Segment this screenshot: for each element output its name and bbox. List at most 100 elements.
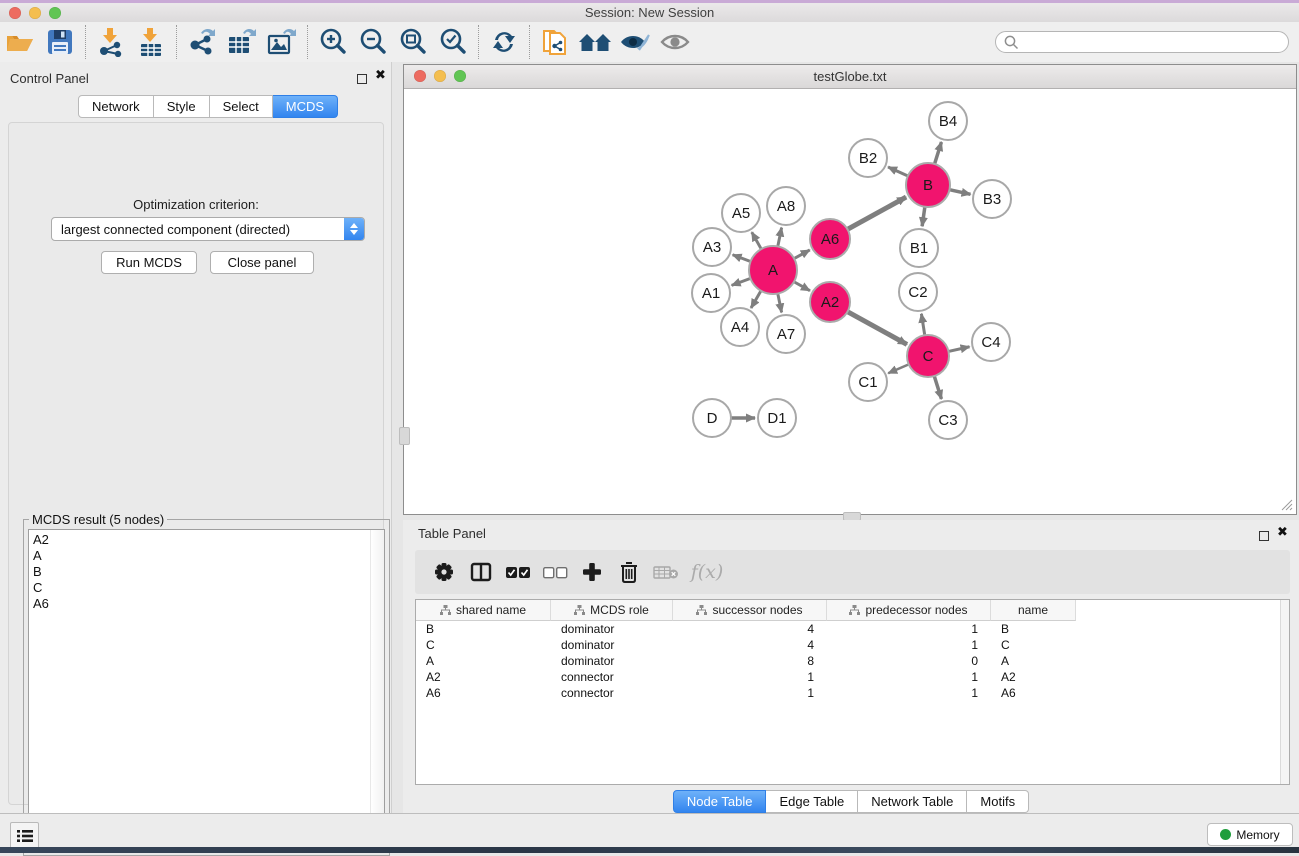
function-builder-button[interactable]: f(x) [684,554,730,590]
search-input[interactable] [995,31,1289,53]
edge-C-C4[interactable] [948,347,969,352]
edge-A-A3[interactable] [733,255,751,262]
edge-A-A4[interactable] [751,291,761,308]
graph-node-A6[interactable]: A6 [809,218,851,260]
graph-node-B4[interactable]: B4 [928,101,968,141]
cell-predecessor-nodes[interactable]: 1 [827,669,991,685]
tab-motifs[interactable]: Motifs [967,790,1029,813]
cell-name[interactable]: B [991,621,1076,637]
list-scrollbar[interactable] [370,530,384,849]
cell-shared-name[interactable]: A6 [416,685,551,701]
cell-successor-nodes[interactable]: 1 [673,669,827,685]
select-all-button[interactable] [499,554,536,590]
close-panel-button[interactable]: Close panel [210,251,314,274]
tab-edge-table[interactable]: Edge Table [766,790,858,813]
column-header-name[interactable]: name [991,600,1076,621]
zoom-selected-button[interactable] [433,24,473,60]
tab-network-table[interactable]: Network Table [858,790,967,813]
mcds-result-list[interactable]: A2ABCA6 [28,529,385,850]
export-network-button[interactable] [182,24,222,60]
cell-shared-name[interactable]: A [416,653,551,669]
mcds-result-item[interactable]: A6 [29,596,384,612]
edge-C-C1[interactable] [888,364,909,373]
edge-A-A7[interactable] [778,294,782,313]
close-panel-icon[interactable]: ✖ [375,70,386,80]
edge-A6-B[interactable] [848,197,907,229]
cell-predecessor-nodes[interactable]: 1 [827,685,991,701]
export-image-button[interactable] [262,24,302,60]
delete-row-button[interactable] [610,554,647,590]
cell-predecessor-nodes[interactable]: 1 [827,637,991,653]
cell-name[interactable]: A2 [991,669,1076,685]
home-button[interactable] [575,24,615,60]
float-table-panel-icon[interactable] [1259,528,1269,546]
zoom-window-button[interactable] [49,7,61,19]
table-row[interactable]: Bdominator41B [416,621,1289,637]
export-table-button[interactable] [222,24,262,60]
column-header-shared-name[interactable]: shared name [416,600,551,621]
close-table-panel-icon[interactable]: ✖ [1277,527,1288,537]
import-table-button[interactable] [131,24,171,60]
cell-MCDS-role[interactable]: dominator [551,637,673,653]
graph-node-D[interactable]: D [692,398,732,438]
table-row[interactable]: Cdominator41C [416,637,1289,653]
tab-mcds[interactable]: MCDS [273,95,338,118]
graph-node-B[interactable]: B [905,162,951,208]
table-row[interactable]: Adominator80A [416,653,1289,669]
edge-B-B2[interactable] [888,167,908,176]
graph-node-A[interactable]: A [748,245,798,295]
mcds-result-item[interactable]: A [29,548,384,564]
close-window-button[interactable] [9,7,21,19]
graph-node-C2[interactable]: C2 [898,272,938,312]
delete-table-button[interactable] [647,554,684,590]
table-row[interactable]: A2connector11A2 [416,669,1289,685]
edge-C-C2[interactable] [921,314,924,336]
mcds-result-item[interactable]: C [29,580,384,596]
memory-button[interactable]: Memory [1207,823,1293,846]
cell-MCDS-role[interactable]: connector [551,669,673,685]
edge-A-A8[interactable] [778,228,782,247]
cell-successor-nodes[interactable]: 4 [673,621,827,637]
cell-predecessor-nodes[interactable]: 1 [827,621,991,637]
edge-A-A6[interactable] [794,250,810,259]
cell-MCDS-role[interactable]: dominator [551,621,673,637]
edge-B-B3[interactable] [949,190,970,195]
edge-B-B1[interactable] [922,207,925,226]
cell-name[interactable]: A [991,653,1076,669]
tab-select[interactable]: Select [210,95,273,118]
graph-node-D1[interactable]: D1 [757,398,797,438]
table-scrollbar[interactable] [1280,600,1289,784]
network-canvas[interactable]: B4B2BB3A5A8A6A3B1AA1C2A2A4A7C4CC1DD1C3 [405,89,1296,514]
graph-node-B3[interactable]: B3 [972,179,1012,219]
zoom-view-button[interactable] [454,70,466,82]
edge-A-A1[interactable] [732,278,751,285]
column-header-predecessor-nodes[interactable]: predecessor nodes [827,600,991,621]
graph-node-A7[interactable]: A7 [766,314,806,354]
graph-node-C3[interactable]: C3 [928,400,968,440]
edge-A-A5[interactable] [752,232,761,249]
edge-A-A2[interactable] [794,282,810,291]
zoom-in-button[interactable] [313,24,353,60]
graph-node-A8[interactable]: A8 [766,186,806,226]
minimize-view-button[interactable] [434,70,446,82]
open-session-button[interactable] [0,24,40,60]
node-table[interactable]: shared nameMCDS rolesuccessor nodesprede… [415,599,1290,785]
vertical-split-grip[interactable] [399,427,410,445]
cell-MCDS-role[interactable]: dominator [551,653,673,669]
table-settings-button[interactable] [425,554,462,590]
tab-style[interactable]: Style [154,95,210,118]
column-header-MCDS-role[interactable]: MCDS role [551,600,673,621]
zoom-fit-button[interactable] [393,24,433,60]
cell-successor-nodes[interactable]: 8 [673,653,827,669]
graph-node-A4[interactable]: A4 [720,307,760,347]
cell-shared-name[interactable]: A2 [416,669,551,685]
cell-shared-name[interactable]: C [416,637,551,653]
deselect-all-button[interactable] [536,554,573,590]
mcds-result-item[interactable]: B [29,564,384,580]
edge-B-B4[interactable] [935,142,942,164]
edge-A2-C[interactable] [848,312,907,345]
graph-node-C1[interactable]: C1 [848,362,888,402]
save-session-button[interactable] [40,24,80,60]
tab-node-table[interactable]: Node Table [673,790,767,813]
graph-node-B1[interactable]: B1 [899,228,939,268]
